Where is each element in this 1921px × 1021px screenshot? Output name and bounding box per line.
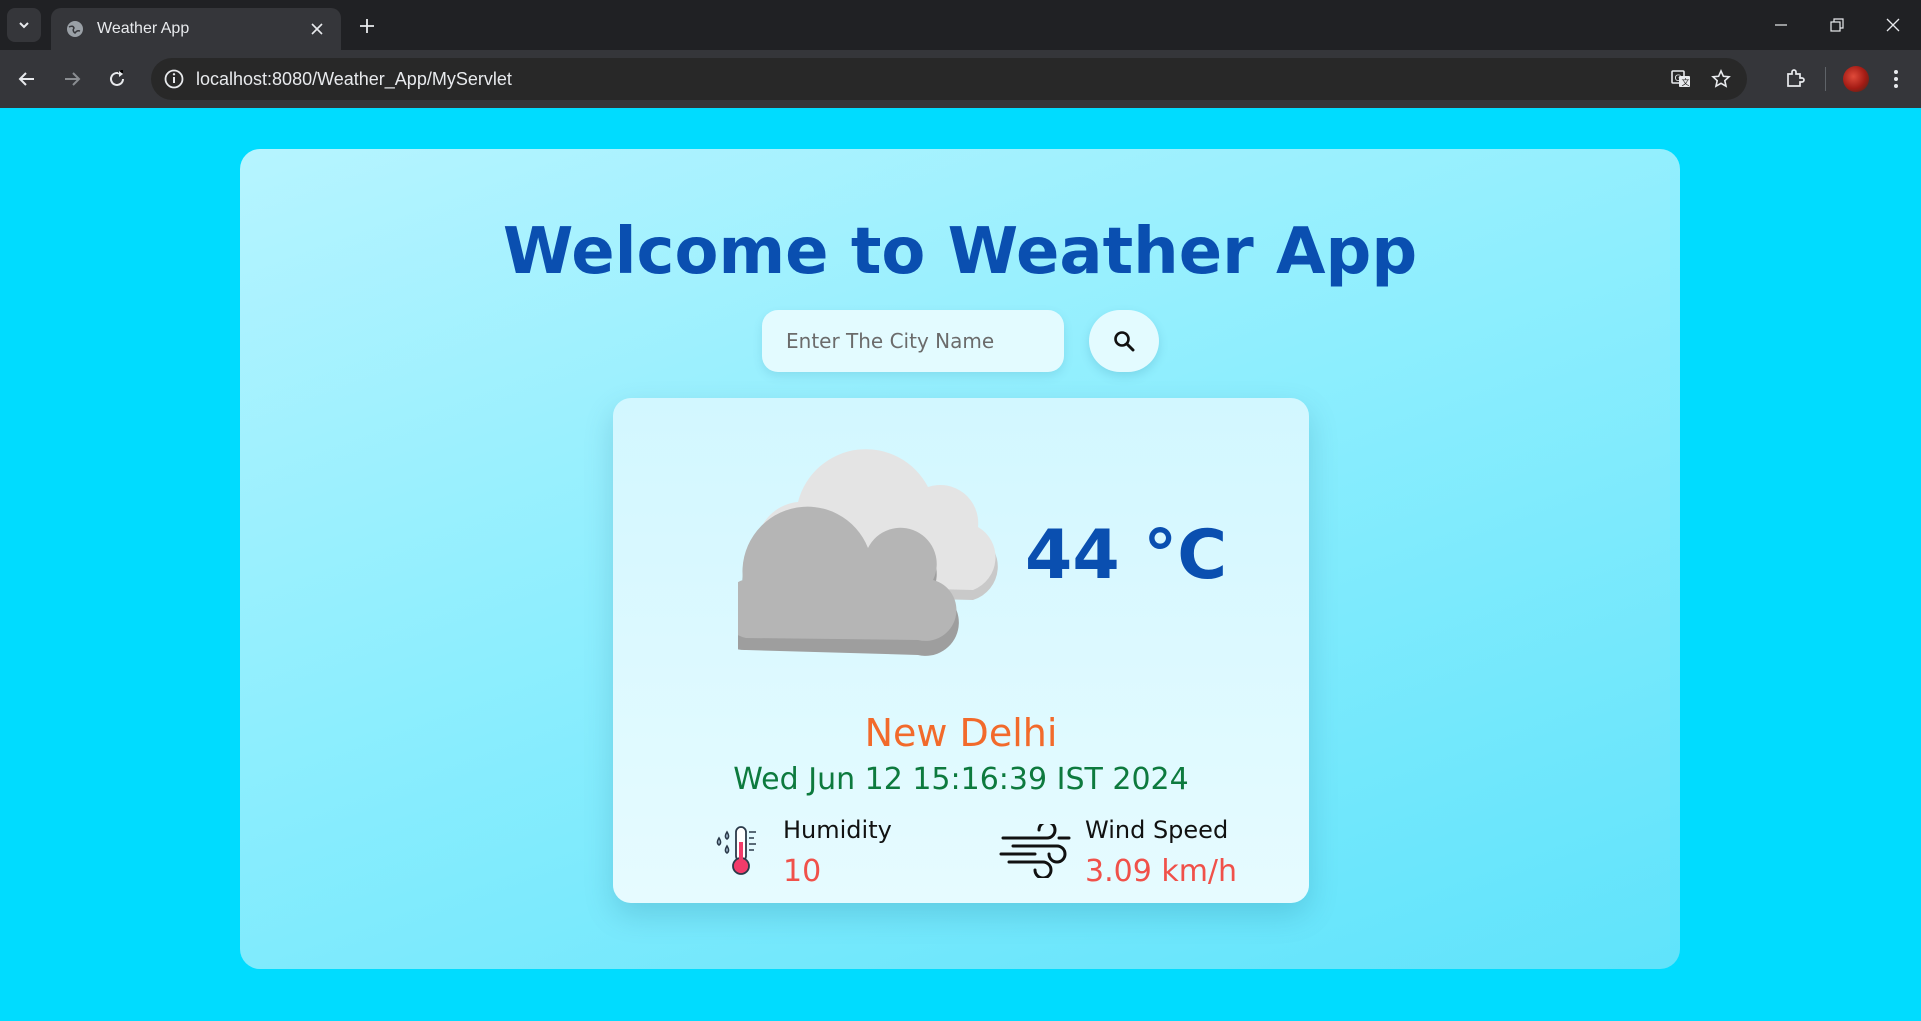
address-bar[interactable]: localhost:8080/Weather_App/MyServlet G文 xyxy=(151,58,1747,100)
reload-button[interactable] xyxy=(99,61,135,97)
site-info-icon[interactable] xyxy=(162,67,186,91)
minimize-icon xyxy=(1775,24,1787,26)
avatar xyxy=(1843,66,1869,92)
browser-toolbar: localhost:8080/Weather_App/MyServlet G文 xyxy=(0,50,1921,108)
url-text[interactable]: localhost:8080/Weather_App/MyServlet xyxy=(196,69,1661,90)
toolbar-divider xyxy=(1825,67,1826,91)
weather-card: 44 °C New Delhi Wed Jun 12 15:16:39 IST … xyxy=(613,398,1309,903)
wind-speed-value: 3.09 km/h xyxy=(1085,854,1238,889)
translate-button[interactable]: G文 xyxy=(1661,59,1701,99)
puzzle-icon xyxy=(1787,69,1805,87)
humidity-value: 10 xyxy=(783,854,822,889)
page-viewport: Welcome to Weather App 44 °C New Delhi W… xyxy=(0,108,1921,1021)
close-window-button[interactable] xyxy=(1865,0,1921,50)
tab-strip: Weather App xyxy=(0,0,1921,50)
plus-icon xyxy=(360,19,374,33)
search-button[interactable] xyxy=(1089,310,1159,372)
tab-title: Weather App xyxy=(97,20,190,37)
restore-icon xyxy=(1830,18,1844,32)
reload-icon xyxy=(110,70,124,86)
new-tab-button[interactable] xyxy=(353,12,381,40)
bookmark-button[interactable] xyxy=(1701,59,1741,99)
city-search-input[interactable] xyxy=(762,310,1064,372)
weather-app-panel: Welcome to Weather App 44 °C New Delhi W… xyxy=(240,149,1680,969)
window-controls xyxy=(1753,0,1921,50)
more-vertical-icon xyxy=(1894,70,1898,88)
city-name: New Delhi xyxy=(864,711,1058,755)
menu-button[interactable] xyxy=(1876,59,1916,99)
toolbar-actions xyxy=(1775,59,1921,99)
profile-button[interactable] xyxy=(1836,59,1876,99)
arrow-right-icon xyxy=(65,72,81,86)
humidity-thermometer-icon xyxy=(716,826,756,875)
browser-chrome: Weather App localhost:8080/Weather_App/M… xyxy=(0,0,1921,108)
extensions-button[interactable] xyxy=(1775,59,1815,99)
cloudy-icon xyxy=(738,449,998,656)
wind-speed-label: Wind Speed xyxy=(1085,816,1229,844)
tab-search-button[interactable] xyxy=(7,8,41,42)
browser-tab[interactable]: Weather App xyxy=(51,8,341,50)
wind-icon xyxy=(999,824,1071,878)
temperature-value: 44 °C xyxy=(1025,516,1228,595)
globe-icon xyxy=(67,21,83,37)
minimize-button[interactable] xyxy=(1753,0,1809,50)
translate-icon: G文 xyxy=(1671,70,1690,87)
page-title: Welcome to Weather App xyxy=(502,215,1418,289)
forward-button[interactable] xyxy=(54,61,90,97)
search-icon xyxy=(1114,331,1135,352)
humidity-label: Humidity xyxy=(783,816,892,844)
date-time: Wed Jun 12 15:16:39 IST 2024 xyxy=(733,762,1189,797)
star-icon xyxy=(1711,69,1731,88)
close-tab-icon[interactable] xyxy=(307,19,327,39)
restore-button[interactable] xyxy=(1809,0,1865,50)
svg-text:文: 文 xyxy=(1682,77,1690,87)
wind-speed-stat: Wind Speed 3.09 km/h xyxy=(999,816,1279,889)
close-icon xyxy=(1886,18,1900,32)
arrow-left-icon xyxy=(18,72,34,86)
humidity-stat: Humidity 10 xyxy=(713,816,933,889)
chevron-down-icon xyxy=(19,22,29,29)
back-button[interactable] xyxy=(9,61,45,97)
